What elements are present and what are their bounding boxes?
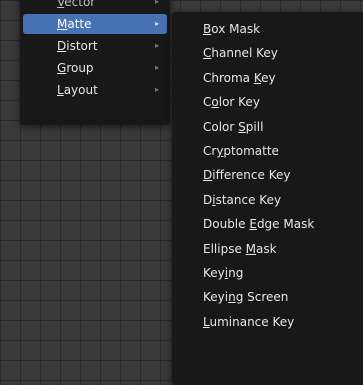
submenu-arrow-icon: ▸	[154, 0, 159, 6]
label-text: Ellipse	[203, 241, 246, 256]
submenu-arrow-icon: ▸	[154, 19, 159, 28]
menu-item-cryptomatte[interactable]: Cryptomatte	[172, 139, 363, 163]
label-text: Cr	[203, 143, 217, 158]
menu-item-color-key[interactable]: Color Key	[172, 90, 363, 114]
label-text: Chroma	[203, 70, 254, 85]
label-text: lor Key	[218, 95, 260, 110]
shortcut-letter: E	[249, 217, 257, 232]
menu-item-double-edge-mask[interactable]: Double Edge Mask	[172, 212, 363, 236]
submenu-arrow-icon: ▸	[154, 85, 159, 94]
label-text: ector	[64, 0, 96, 9]
label-text: g Screen	[235, 290, 289, 305]
label-text: ox Mask	[211, 22, 261, 36]
label-text: stance Key	[215, 192, 282, 207]
label-text: roup	[66, 61, 94, 75]
menu-item-distort[interactable]: Distort ▸	[23, 36, 167, 56]
shortcut-letter: o	[211, 95, 219, 110]
shortcut-letter: D	[203, 168, 213, 183]
label-text: Double	[203, 217, 250, 232]
shortcut-letter: n	[228, 290, 236, 305]
label-text: ey	[261, 70, 276, 85]
shortcut-letter: M	[57, 17, 68, 31]
label-text: pill	[245, 119, 264, 134]
shortcut-letter: S	[238, 119, 246, 134]
menu-item-box-mask[interactable]: Box Mask	[172, 17, 363, 41]
label-text: uminance Key	[209, 314, 295, 329]
shortcut-letter: D	[57, 39, 67, 53]
menu-item-difference-key[interactable]: Difference Key	[172, 163, 363, 187]
label-text: D	[203, 192, 213, 207]
menu-item-layout[interactable]: Layout ▸	[23, 80, 167, 100]
label-text: ptomatte	[223, 143, 279, 158]
label-text: hannel Key	[211, 46, 278, 61]
menu-item-luminance-key[interactable]: Luminance Key	[172, 310, 363, 334]
label-text: ayout	[63, 83, 98, 97]
submenu-arrow-icon: ▸	[154, 41, 159, 50]
label-text: ask	[256, 241, 277, 256]
shortcut-letter: G	[57, 61, 67, 75]
submenu-arrow-icon: ▸	[154, 63, 159, 72]
menu-item-keying[interactable]: Keying	[172, 261, 363, 285]
menu-item-color-spill[interactable]: Color Spill	[172, 115, 363, 139]
label-text: ng	[228, 265, 244, 280]
menu-item-keying-screen[interactable]: Keying Screen	[172, 285, 363, 309]
menu-item-vector[interactable]: Vector ▸	[23, 0, 167, 12]
label-text: atte	[67, 17, 92, 31]
label-text: Color	[203, 119, 239, 134]
menu-item-chroma-key[interactable]: Chroma Key	[172, 66, 363, 90]
label-text: dge Mask	[256, 217, 315, 232]
menu-item-ellipse-mask[interactable]: Ellipse Mask	[172, 237, 363, 261]
matte-submenu: Box Mask Channel Key Chroma Key Color Key Co…	[172, 12, 363, 385]
shortcut-letter: L	[57, 83, 64, 97]
label-text: Keyi	[203, 290, 229, 305]
menu-item-group[interactable]: Group ▸	[23, 58, 167, 78]
label-text: istort	[66, 39, 98, 53]
label-text: ifference Key	[212, 168, 291, 183]
label-text: Key	[203, 265, 225, 280]
shortcut-letter: B	[203, 22, 212, 36]
shortcut-letter: M	[245, 241, 257, 256]
menu-item-channel-key[interactable]: Channel Key	[172, 41, 363, 65]
node-add-category-menu: Vector ▸ Matte ▸ Distort ▸ Group ▸ Layout ▸	[20, 0, 170, 125]
menu-item-matte[interactable]: Matte ▸	[23, 14, 167, 34]
menu-item-distance-key[interactable]: Distance Key	[172, 188, 363, 212]
